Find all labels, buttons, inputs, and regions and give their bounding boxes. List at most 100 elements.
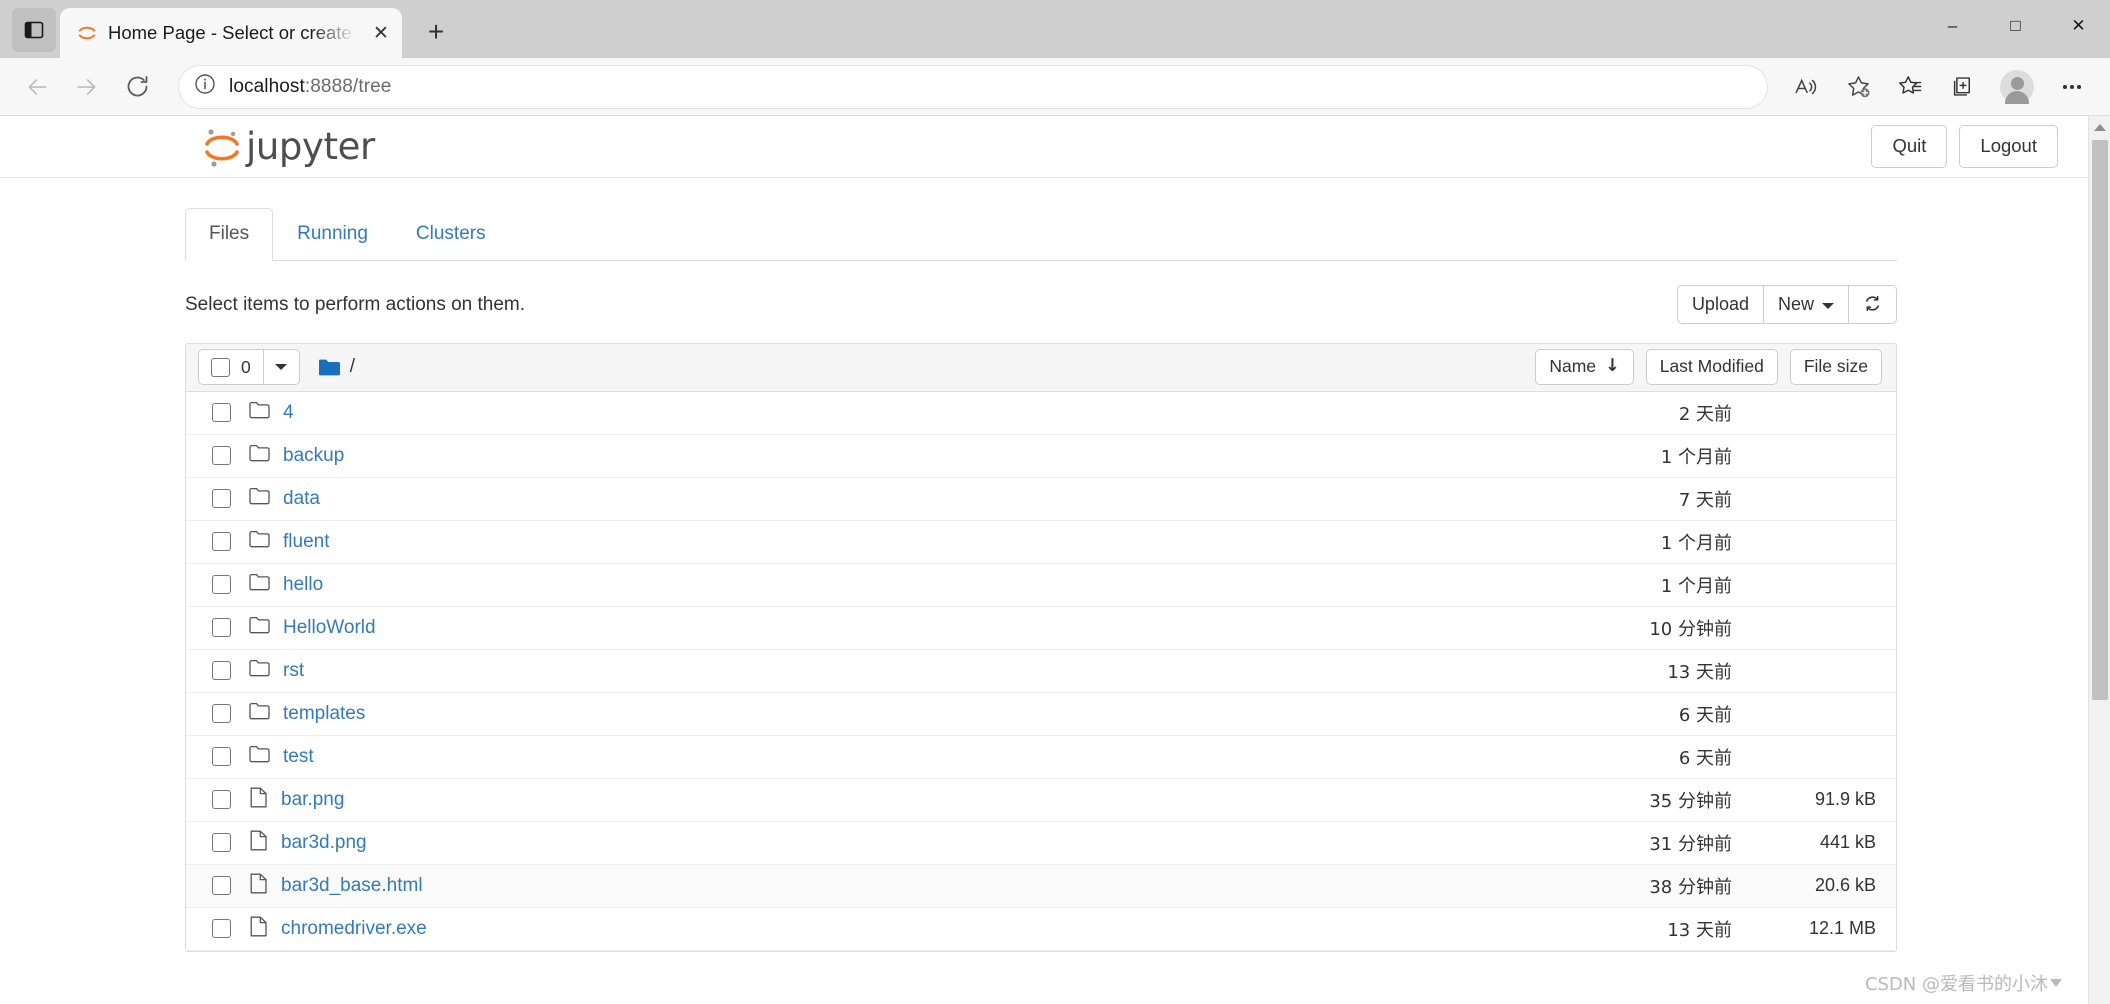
item-modified: 10 分钟前 (1649, 618, 1732, 640)
item-name-link[interactable]: fluent (283, 531, 329, 553)
table-row[interactable]: backup 1 个月前 (186, 435, 1896, 478)
sort-by-size-button[interactable]: File size (1789, 349, 1882, 386)
maximize-button[interactable]: □ (1984, 0, 2047, 52)
item-name-link[interactable]: templates (283, 703, 365, 725)
row-checkbox[interactable] (212, 747, 231, 767)
sort-by-modified-button[interactable]: Last Modified (1645, 349, 1778, 386)
row-checkbox[interactable] (212, 446, 231, 466)
tab-list-icon[interactable] (12, 8, 56, 52)
row-checkbox[interactable] (212, 919, 231, 939)
selected-count: 0 (241, 356, 251, 377)
item-name-link[interactable]: data (283, 488, 320, 510)
row-checkbox[interactable] (212, 876, 231, 896)
item-modified: 13 天前 (1667, 661, 1732, 683)
refresh-button[interactable] (1849, 285, 1897, 324)
close-icon[interactable]: ✕ (366, 18, 396, 48)
row-checkbox[interactable] (212, 833, 231, 853)
folder-filled-icon (318, 359, 340, 376)
table-row[interactable]: bar.png 35 分钟前 91.9 kB (186, 779, 1896, 822)
item-size: 441 kB (1819, 832, 1876, 853)
row-checkbox[interactable] (212, 661, 231, 681)
item-name-link[interactable]: backup (283, 445, 344, 467)
table-row[interactable]: bar3d.png 31 分钟前 441 kB (186, 822, 1896, 865)
url-host: localhost (229, 75, 305, 97)
item-name-link[interactable]: hello (283, 574, 323, 596)
browser-tab[interactable]: Home Page - Select or create a n ✕ (60, 8, 402, 58)
row-checkbox[interactable] (212, 618, 231, 638)
checkbox-icon[interactable] (211, 357, 230, 377)
close-window-button[interactable]: ✕ (2047, 0, 2110, 52)
row-checkbox[interactable] (212, 704, 231, 724)
window-controls: – □ ✕ (1921, 0, 2110, 52)
star-plus-icon[interactable] (1834, 65, 1882, 109)
new-button[interactable]: New (1763, 285, 1849, 324)
tab-running[interactable]: Running (273, 208, 392, 261)
row-checkbox[interactable] (212, 532, 231, 552)
table-row[interactable]: 4 2 天前 (186, 392, 1896, 435)
row-checkbox[interactable] (212, 489, 231, 509)
table-row[interactable]: fluent 1 个月前 (186, 521, 1896, 564)
reload-icon[interactable] (114, 64, 160, 110)
jupyter-logo[interactable]: jupyter (200, 124, 375, 170)
ellipsis-icon[interactable] (2048, 65, 2096, 109)
item-name-link[interactable]: HelloWorld (283, 617, 376, 639)
breadcrumb[interactable]: / (318, 356, 355, 378)
table-row[interactable]: data 7 天前 (186, 478, 1896, 521)
page-scrollbar[interactable] (2088, 116, 2110, 1004)
row-checkbox[interactable] (212, 790, 231, 810)
tab-clusters[interactable]: Clusters (392, 208, 510, 261)
item-name-link[interactable]: rst (283, 660, 304, 682)
tab-files[interactable]: Files (185, 208, 274, 261)
table-row[interactable]: chromedriver.exe 13 天前 12.1 MB (186, 908, 1896, 951)
item-name-link[interactable]: bar3d.png (281, 832, 367, 854)
row-checkbox[interactable] (212, 575, 231, 595)
tab-list-glyph (24, 21, 44, 39)
browser-toolbar: localhost:8888/tree (0, 58, 2110, 115)
url-path: :8888/tree (304, 75, 392, 97)
read-aloud-icon[interactable] (1782, 65, 1830, 109)
info-icon[interactable] (193, 72, 217, 101)
select-all-group: 0 (198, 349, 300, 386)
sort-by-name-button[interactable]: Name ↓ (1535, 349, 1634, 386)
favorites-list-icon[interactable] (1886, 65, 1934, 109)
item-modified: 1 个月前 (1660, 446, 1732, 468)
scroll-up-button[interactable] (2089, 116, 2110, 138)
table-row[interactable]: test 6 天前 (186, 736, 1896, 779)
select-dropdown-button[interactable] (263, 349, 300, 386)
file-list-header: 0 / Name ↓ Last Modified File size (186, 343, 1896, 392)
page-viewport: jupyter Quit Logout Files Running Cluste… (0, 115, 2110, 1004)
browser-titlebar: Home Page - Select or create a n ✕ + – □… (0, 0, 2110, 58)
item-modified: 38 分钟前 (1649, 876, 1732, 898)
item-name-link[interactable]: bar3d_base.html (281, 875, 423, 897)
chevron-down-icon (1822, 302, 1834, 309)
quit-button[interactable]: Quit (1871, 125, 1948, 168)
arrow-down-icon: ↓ (1605, 356, 1620, 377)
table-row[interactable]: rst 13 天前 (186, 650, 1896, 693)
table-row[interactable]: templates 6 天前 (186, 693, 1896, 736)
profile-avatar-icon[interactable] (2000, 69, 2034, 104)
table-row[interactable]: hello 1 个月前 (186, 564, 1896, 607)
scrollbar-thumb[interactable] (2091, 140, 2108, 700)
watermark-caret-icon (2050, 979, 2062, 987)
arrow-right-icon[interactable] (64, 64, 110, 110)
row-checkbox[interactable] (212, 403, 231, 423)
arrow-left-icon[interactable] (14, 64, 60, 110)
minimize-button[interactable]: – (1921, 0, 1984, 52)
select-all-checkbox[interactable]: 0 (198, 349, 264, 386)
upload-button[interactable]: Upload (1676, 285, 1764, 324)
item-modified: 35 分钟前 (1649, 790, 1732, 812)
item-name-link[interactable]: bar.png (281, 789, 344, 811)
logout-button[interactable]: Logout (1959, 125, 2058, 168)
item-name-link[interactable]: 4 (283, 402, 294, 424)
table-row[interactable]: HelloWorld 10 分钟前 (186, 607, 1896, 650)
address-bar[interactable]: localhost:8888/tree (178, 64, 1768, 109)
table-row[interactable]: bar3d_base.html 38 分钟前 20.6 kB (186, 864, 1896, 908)
item-modified: 31 分钟前 (1649, 833, 1732, 855)
item-name-link[interactable]: test (283, 746, 314, 768)
item-modified: 6 天前 (1678, 747, 1732, 769)
new-button-label: New (1777, 294, 1814, 315)
new-tab-button[interactable]: + (416, 12, 456, 52)
collections-icon[interactable] (1938, 65, 1986, 109)
folder-icon (249, 616, 270, 639)
item-name-link[interactable]: chromedriver.exe (281, 918, 427, 940)
